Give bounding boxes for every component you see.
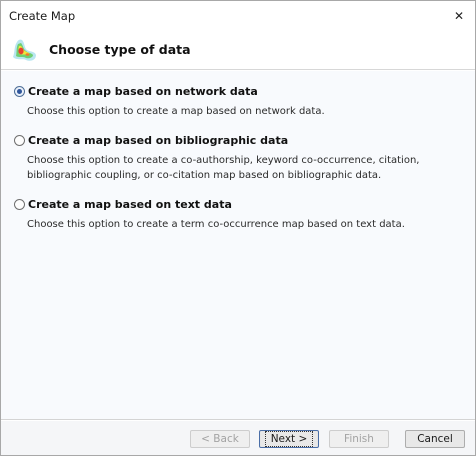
option-bibliographic-data: Create a map based on bibliographic data… — [14, 132, 469, 183]
cancel-button[interactable]: Cancel — [405, 430, 465, 448]
option-label[interactable]: Create a map based on text data — [28, 198, 232, 211]
button-bar: < Back Next > Finish Cancel — [1, 421, 475, 455]
finish-button[interactable]: Finish — [329, 430, 389, 448]
option-text-data: Create a map based on text data Choose t… — [14, 196, 469, 232]
option-label[interactable]: Create a map based on network data — [28, 85, 258, 98]
next-button[interactable]: Next > — [259, 430, 319, 448]
close-button[interactable]: ✕ — [443, 1, 475, 31]
option-label[interactable]: Create a map based on bibliographic data — [28, 134, 288, 147]
close-icon: ✕ — [453, 9, 465, 23]
radio-text-data[interactable] — [14, 198, 25, 210]
next-button-label: Next > — [264, 431, 314, 447]
page-title: Choose type of data — [49, 42, 191, 57]
option-description: Choose this option to create a map based… — [27, 106, 325, 117]
radio-network-data[interactable] — [14, 85, 25, 97]
dialog-header: Choose type of data — [1, 31, 475, 70]
vosviewer-density-map-icon — [13, 39, 36, 61]
window-title: Create Map — [9, 9, 76, 23]
options-panel: Create a map based on network data Choos… — [1, 71, 475, 420]
create-map-dialog: Create Map ✕ Choose type of data Create … — [0, 0, 476, 456]
back-button[interactable]: < Back — [190, 430, 250, 448]
option-network-data: Create a map based on network data Choos… — [14, 83, 469, 119]
title-bar: Create Map ✕ — [1, 1, 475, 31]
option-description: Choose this option to create a term co-o… — [27, 219, 405, 230]
option-description: Choose this option to create a co-author… — [27, 155, 420, 181]
radio-bibliographic-data[interactable] — [14, 134, 25, 146]
